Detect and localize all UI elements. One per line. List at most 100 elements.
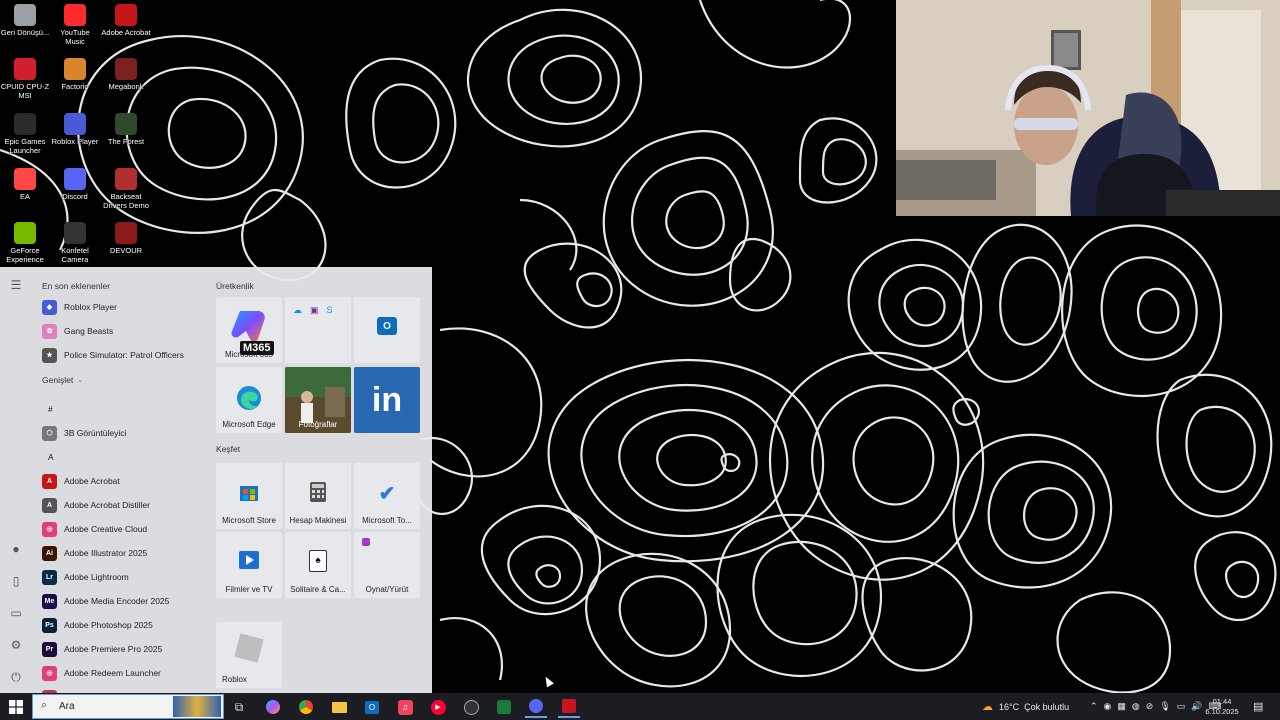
recent-app-item[interactable]: ✿ Gang Beasts (42, 320, 113, 342)
tile-calculator[interactable]: Hesap Makinesi (285, 463, 351, 529)
documents-icon[interactable]: ▯ (8, 573, 24, 589)
roblox-player-icon: ◆ (42, 299, 57, 315)
volume-icon[interactable]: 🔊 (1191, 701, 1202, 712)
desktop-icon[interactable]: Megabonk (101, 58, 151, 91)
desktop-icon[interactable]: Factorio (50, 58, 100, 91)
recycle-bin-icon (14, 4, 36, 26)
tile-roblox[interactable]: Roblox (216, 622, 282, 688)
desktop-icon[interactable]: Geri Dönüşü... (0, 4, 50, 37)
acrobat-taskbar-button[interactable] (558, 696, 580, 718)
desktop-icon-label: Megabonk (108, 82, 144, 91)
clock[interactable]: 01:44 6.10.2025 (1202, 693, 1242, 720)
tile-label: Hesap Makinesi (289, 516, 347, 525)
roblox-icon (234, 633, 264, 663)
distiller-icon: A (42, 497, 57, 513)
display-icon[interactable]: ▭ (1177, 701, 1186, 712)
record-icon[interactable]: ◉ (1104, 701, 1112, 712)
desktop-icon[interactable]: DEVOUR (101, 222, 151, 255)
app-list-item[interactable]: ⬡ 3B Görüntüleyici (42, 422, 126, 444)
desktop-icon[interactable]: EA (0, 168, 50, 201)
desktop-icon-label: CPUID CPU-Z MSI (0, 82, 50, 100)
app-list-item[interactable]: A Adobe Acrobat (42, 470, 120, 492)
tile-microsoft-365[interactable]: M365 Microsoft 365 (216, 297, 282, 363)
tile-microsoft-store[interactable]: Microsoft Store (216, 463, 282, 529)
app-taskbar-button[interactable] (493, 696, 515, 718)
recent-app-item[interactable]: ◆ Roblox Player (42, 296, 117, 318)
app-list-item[interactable]: Lr Adobe Lightroom (42, 566, 129, 588)
notifications-icon[interactable]: ▤ (1253, 693, 1263, 720)
tile-photos[interactable]: Fotoğraflar (285, 367, 351, 433)
folder-icon (331, 701, 347, 713)
app-list-item[interactable]: Me Adobe Media Encoder 2025 (42, 590, 169, 612)
desktop-icon[interactable]: CPUID CPU-Z MSI (0, 58, 50, 100)
app-label: Roblox Player (64, 302, 117, 312)
obs-taskbar-button[interactable] (460, 696, 482, 718)
green-app-icon (497, 700, 511, 714)
clock-date: 6.10.2025 (1205, 706, 1239, 716)
start-button[interactable] (0, 693, 32, 720)
power-icon[interactable]: ⏻ (8, 669, 24, 685)
recent-app-item[interactable]: ★ Police Simulator: Patrol Officers (42, 344, 184, 366)
desktop-icon[interactable]: GeForce Experience (0, 222, 50, 264)
app-list-item[interactable]: A Adobe Acrobat Distiller (42, 494, 150, 516)
settings-gear-icon[interactable]: ⚙ (8, 637, 24, 653)
acrobat-icon (115, 4, 137, 26)
app-label: 3B Görüntüleyici (64, 428, 127, 438)
youtube-music-icon (64, 4, 86, 26)
search-highlight-image (173, 696, 221, 717)
tile-play[interactable]: Oynat/Yürüt (354, 532, 420, 598)
app-list-item[interactable]: ◎ Adobe Creative Cloud (42, 518, 147, 540)
tile-outlook[interactable]: O (354, 297, 420, 363)
weather-widget[interactable]: ☁ 16°C Çok bulutlu (982, 693, 1069, 720)
onenote-icon: ▣ (310, 305, 319, 315)
desktop-icon[interactable]: Konfetel Camera (50, 222, 100, 264)
desktop-icon[interactable]: YouTube Music (50, 4, 100, 46)
chrome-taskbar-button[interactable] (295, 696, 317, 718)
discord-taskbar-button[interactable] (525, 696, 547, 718)
network-icon[interactable]: ▦ (1117, 701, 1126, 712)
tile-microsoft-todo[interactable]: ✔ Microsoft To... (354, 463, 420, 529)
expand-button[interactable]: Genişlet ⌄ (42, 375, 83, 385)
user-account-icon[interactable]: ● (8, 541, 24, 557)
the-forest-icon (115, 113, 137, 135)
copilot-taskbar-button[interactable] (262, 696, 284, 718)
task-view-button[interactable]: ⧉ (228, 696, 250, 718)
chevron-up-icon[interactable]: ⌃ (1090, 701, 1098, 712)
microphone-icon[interactable]: 🎙 (1159, 701, 1170, 712)
tile-microsoft-edge[interactable]: Microsoft Edge (216, 367, 282, 433)
desktop-icon[interactable]: Epic Games Launcher (0, 113, 50, 155)
desktop-icon-label: DEVOUR (109, 246, 143, 255)
app-list-item[interactable]: ◎ Adobe Redeem Launcher (42, 662, 161, 684)
tile-office-group[interactable]: ☁ ▣ S (285, 297, 351, 363)
desktop-icon[interactable]: The Forest (101, 113, 151, 146)
app-list-item[interactable]: ✂Alıntı ve Taslak (42, 686, 121, 693)
file-explorer-taskbar-button[interactable] (328, 696, 350, 718)
outlook-taskbar-button[interactable]: O (361, 696, 383, 718)
app-list-item[interactable]: Ps Adobe Photoshop 2025 (42, 614, 153, 636)
desktop-icon[interactable]: Adobe Acrobat (101, 4, 151, 37)
music-taskbar-button[interactable]: ♫ (394, 696, 416, 718)
desktop-icon[interactable]: Backseat Drivers Demo (101, 168, 151, 210)
group-letter-header[interactable]: # (48, 398, 53, 420)
tile-solitaire[interactable]: ♠ Solitaire & Ca... (285, 532, 351, 598)
3d-viewer-icon: ⬡ (42, 425, 57, 441)
group-letter-header[interactable]: A (48, 446, 54, 468)
app-list-item[interactable]: Ai Adobe Illustrator 2025 (42, 542, 147, 564)
desktop-icon[interactable]: Roblox Player (50, 113, 100, 146)
tray-app-icon[interactable]: ◍ (1132, 701, 1140, 712)
youtube-music-taskbar-button[interactable]: ▶ (427, 696, 449, 718)
hamburger-menu-icon[interactable]: ☰ (8, 277, 24, 293)
desktop-icon[interactable]: Discord (50, 168, 100, 201)
pictures-icon[interactable]: ▭ (8, 605, 24, 621)
app-list-item[interactable]: Pr Adobe Premiere Pro 2025 (42, 638, 162, 660)
geforce-icon (14, 222, 36, 244)
tile-films-tv[interactable]: Filmler ve TV (216, 532, 282, 598)
windows-logo-icon (9, 699, 23, 714)
tile-linkedin[interactable]: in (354, 367, 420, 433)
search-box[interactable]: ⌕ Ara (32, 694, 224, 719)
camera-off-icon[interactable]: ⊘ (1146, 701, 1154, 712)
tile-label: Filmler ve TV (225, 585, 273, 594)
skype-icon: S (326, 305, 333, 315)
acrobat-icon: A (42, 473, 57, 489)
police-sim-icon: ★ (42, 347, 57, 363)
